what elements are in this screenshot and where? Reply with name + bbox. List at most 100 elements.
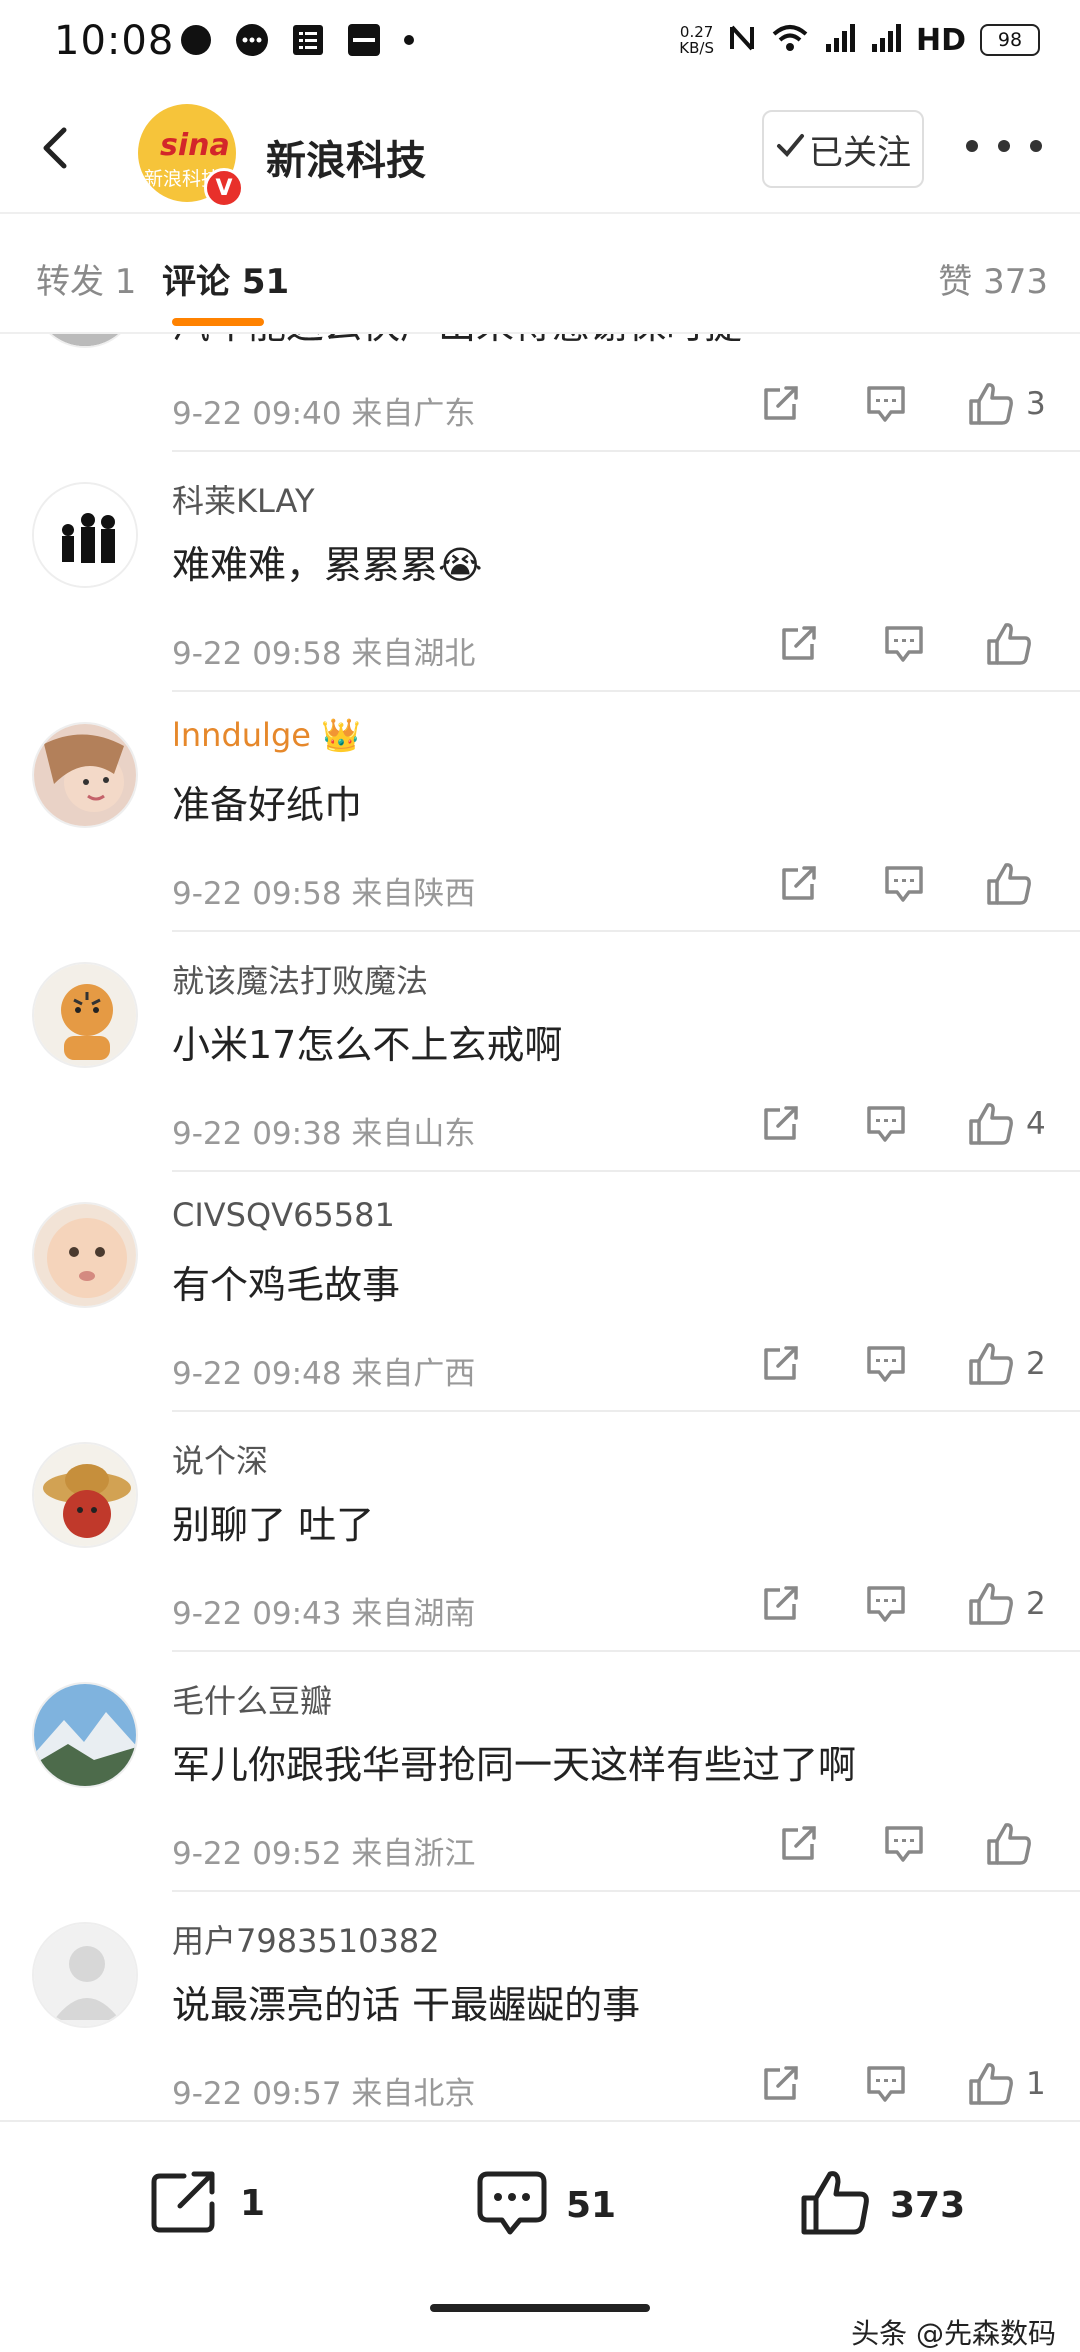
share-icon (150, 2168, 222, 2238)
comment-item[interactable]: 说个深 别聊了 吐了 9-22 09:43 来自湖南 2 (0, 1412, 1080, 1652)
comment-item[interactable]: 用户7983510382 说最漂亮的话 干最龌龊的事 9-22 09:57 来自… (0, 1892, 1080, 2120)
repost-button[interactable]: 1 (150, 2168, 265, 2238)
reply-icon[interactable] (878, 1818, 930, 1870)
comment-item[interactable]: 汽车能这么快产出来得感谢保时捷 9-22 09:40 来自广东 3 (0, 334, 1080, 452)
home-indicator[interactable] (430, 2304, 650, 2312)
username-text: 说个深 (172, 1442, 269, 1480)
tab-comments[interactable]: 评论 51 (162, 254, 289, 303)
comment-list[interactable]: 汽车能这么快产出来得感谢保时捷 9-22 09:40 来自广东 3 科莱KLAY… (0, 334, 1080, 2120)
comment-item[interactable]: CIVSQV65581 有个鸡毛故事 9-22 09:48 来自广西 2 (0, 1172, 1080, 1412)
signal-icon-1 (824, 22, 856, 58)
comment-username[interactable]: 用户7983510382 (172, 1916, 440, 1962)
comment-location: 来自北京 (351, 2076, 476, 2112)
comment-location: 来自浙江 (351, 1836, 476, 1872)
comment-count: 51 (566, 2184, 617, 2226)
comment-meta: 9-22 09:48 来自广西 (172, 1348, 475, 1393)
share-icon[interactable] (754, 1338, 806, 1390)
user-avatar[interactable] (32, 482, 138, 588)
signal-icon-2 (870, 22, 902, 58)
comment-text: 别聊了 吐了 (172, 1503, 375, 1547)
comment-username[interactable]: 说个深 (172, 1436, 268, 1482)
comment-like-count: 2 (1026, 1586, 1046, 1622)
share-icon[interactable] (772, 858, 824, 910)
like-icon[interactable] (964, 1098, 1016, 1150)
comment-text: 说最漂亮的话 干最龌龊的事 (172, 1983, 641, 2027)
verified-badge: V (204, 168, 244, 208)
reply-icon[interactable] (860, 1578, 912, 1630)
reply-icon[interactable] (860, 1338, 912, 1390)
comment-item[interactable]: 就该魔法打败魔法 小米17怎么不上玄戒啊 9-22 09:38 来自山东 4 (0, 932, 1080, 1172)
comment-like-count: 2 (1026, 1346, 1046, 1382)
circle-icon (178, 22, 214, 58)
share-icon[interactable] (754, 1098, 806, 1150)
comment-button[interactable]: 51 (476, 2168, 616, 2242)
reply-icon[interactable] (860, 2058, 912, 2110)
account-name[interactable]: 新浪科技 (266, 128, 426, 186)
more-icon[interactable] (966, 126, 1042, 166)
reply-icon[interactable] (878, 858, 930, 910)
xiaohongshu-icon (346, 22, 382, 58)
user-avatar[interactable] (32, 1202, 138, 1308)
tab-likes[interactable]: 赞 373 (938, 254, 1048, 303)
comment-meta: 9-22 09:58 来自陕西 (172, 868, 475, 913)
check-icon (775, 129, 805, 169)
comment-item[interactable]: lnndulge 👑 准备好纸巾 9-22 09:58 来自陕西 (0, 692, 1080, 932)
user-avatar[interactable] (32, 1922, 138, 2028)
comment-username[interactable]: 就该魔法打败魔法 (172, 956, 428, 1002)
status-bar: 10:08 0.27 KB/S HD 98 (0, 0, 1080, 92)
repost-count: 1 (240, 2182, 266, 2224)
comment-time: 9-22 09:43 (172, 1596, 342, 1632)
follow-button[interactable]: 已关注 (762, 110, 924, 188)
like-icon[interactable] (964, 1578, 1016, 1630)
comment-item[interactable]: 科莱KLAY 难难难，累累累😭 9-22 09:58 来自湖北 (0, 452, 1080, 692)
comment-username[interactable]: CIVSQV65581 (172, 1196, 395, 1234)
user-avatar[interactable] (32, 722, 138, 828)
comment-location: 来自湖南 (351, 1596, 476, 1632)
avatar-brand: sina (160, 128, 230, 163)
like-icon[interactable] (964, 1338, 1016, 1390)
like-icon[interactable] (964, 2058, 1016, 2110)
share-icon[interactable] (754, 2058, 806, 2110)
status-right: 0.27 KB/S HD 98 (679, 22, 1040, 58)
share-icon[interactable] (754, 378, 806, 430)
active-tab-indicator (172, 318, 264, 326)
comment-time: 9-22 09:58 (172, 636, 342, 672)
watermark: 头条 @先森数码 (851, 2317, 1056, 2350)
comment-location: 来自陕西 (351, 876, 476, 912)
comment-item[interactable]: 毛什么豆瓣 军儿你跟我华哥抢同一天这样有些过了啊 9-22 09:52 来自浙江 (0, 1652, 1080, 1892)
username-text: 毛什么豆瓣 (172, 1682, 333, 1720)
comment-like-count: 4 (1026, 1106, 1046, 1142)
nfc-icon (728, 23, 756, 57)
like-icon[interactable] (982, 1818, 1034, 1870)
comment-time: 9-22 09:57 (172, 2076, 342, 2112)
comment-username[interactable]: 科莱KLAY (172, 476, 315, 522)
user-avatar[interactable] (32, 1682, 138, 1788)
chat-bubble-icon (234, 22, 270, 58)
comment-meta: 9-22 09:58 来自湖北 (172, 628, 475, 673)
share-icon[interactable] (772, 1818, 824, 1870)
like-icon[interactable] (982, 858, 1034, 910)
comment-username[interactable]: 毛什么豆瓣 (172, 1676, 332, 1722)
user-avatar[interactable] (32, 962, 138, 1068)
network-speed: 0.27 KB/S (679, 24, 714, 56)
comment-time: 9-22 09:58 (172, 876, 342, 912)
notification-icons (178, 22, 416, 58)
comment-text: 难难难，累累累😭 (172, 543, 483, 587)
user-avatar[interactable] (32, 334, 138, 348)
like-button[interactable]: 373 (800, 2168, 965, 2242)
reply-icon[interactable] (860, 1098, 912, 1150)
comment-username[interactable]: lnndulge 👑 (172, 716, 361, 754)
user-avatar[interactable] (32, 1442, 138, 1548)
share-icon[interactable] (754, 1578, 806, 1630)
comment-like-count: 3 (1026, 386, 1046, 422)
network-type: HD (915, 22, 966, 58)
like-icon[interactable] (964, 378, 1016, 430)
share-icon[interactable] (772, 618, 824, 670)
back-icon[interactable] (28, 118, 88, 178)
reply-icon[interactable] (878, 618, 930, 670)
comment-meta: 9-22 09:40 来自广东 (172, 388, 475, 433)
reply-icon[interactable] (860, 378, 912, 430)
tab-repost[interactable]: 转发 1 (36, 254, 136, 303)
comment-text: 准备好纸巾 (172, 783, 363, 827)
like-icon[interactable] (982, 618, 1034, 670)
